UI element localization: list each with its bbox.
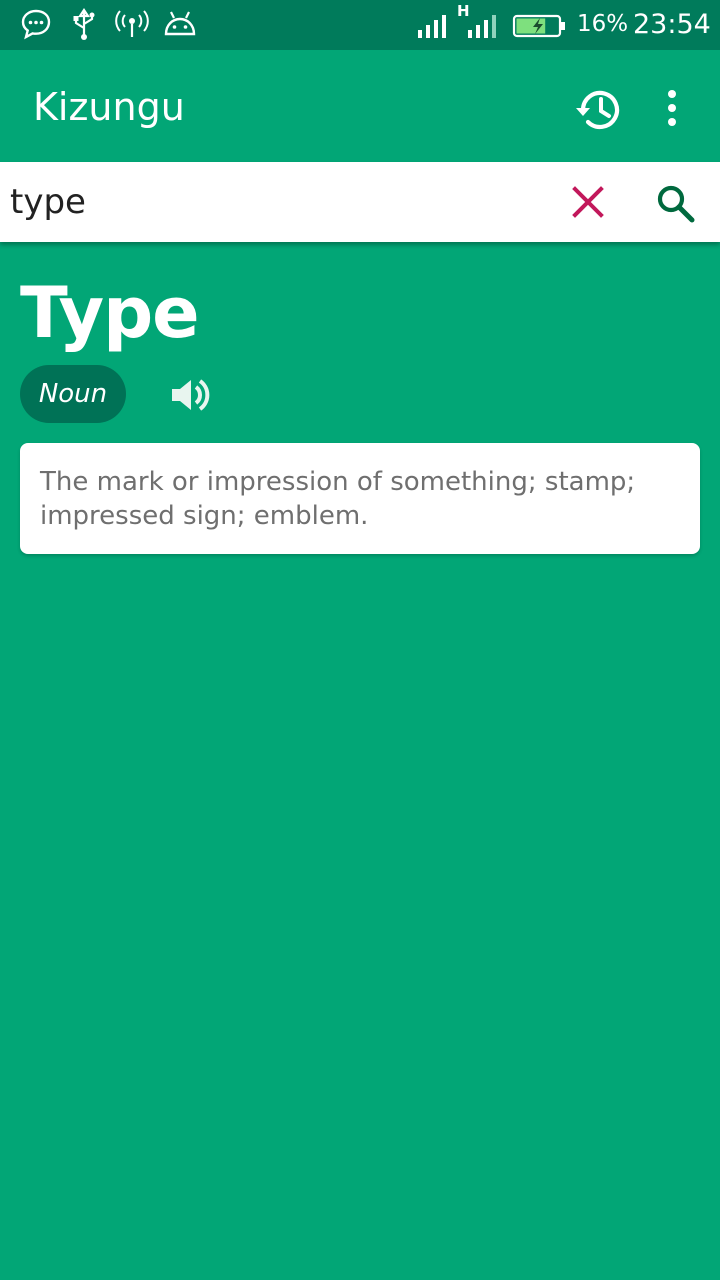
pronounce-button[interactable] xyxy=(168,372,214,418)
search-icon xyxy=(652,185,700,232)
speaker-icon xyxy=(168,379,214,422)
more-options-button[interactable] xyxy=(654,84,690,136)
more-vert-icon xyxy=(654,90,690,140)
definition-text: The mark or impression of something; sta… xyxy=(40,467,636,531)
history-button[interactable] xyxy=(574,84,626,136)
battery-percent: 16% xyxy=(577,11,629,37)
status-bar: H 16% 23:54 xyxy=(0,0,720,50)
signal-icon xyxy=(416,12,450,45)
definition-card: The mark or impression of something; sta… xyxy=(20,443,700,554)
app-bar: Kizungu xyxy=(0,50,720,162)
close-icon xyxy=(566,186,610,228)
app-title: Kizungu xyxy=(33,85,185,129)
chat-bubble-icon xyxy=(20,8,52,45)
signal-icon xyxy=(466,12,500,45)
android-debug-icon xyxy=(162,8,198,43)
hotspot-icon xyxy=(114,8,150,45)
search-bar xyxy=(0,162,720,242)
battery-charging-icon xyxy=(512,14,566,43)
search-input[interactable] xyxy=(10,176,530,228)
clear-search-button[interactable] xyxy=(566,180,610,224)
clock: 23:54 xyxy=(633,9,711,40)
usb-icon xyxy=(70,8,98,47)
search-button[interactable] xyxy=(652,180,700,228)
word-title: Type xyxy=(20,272,200,354)
part-of-speech-chip: Noun xyxy=(20,365,126,423)
history-icon xyxy=(574,90,626,140)
